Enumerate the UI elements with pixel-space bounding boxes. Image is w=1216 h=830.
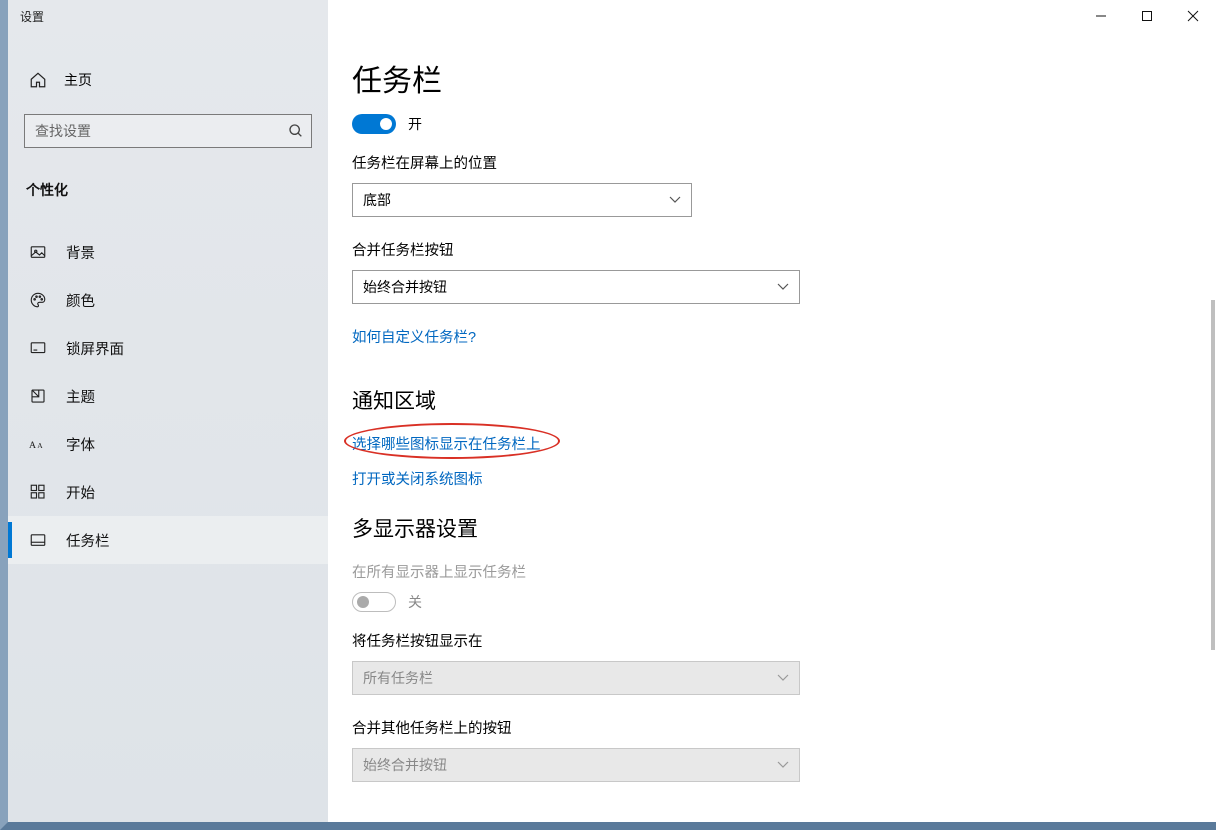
- close-button[interactable]: [1170, 0, 1216, 32]
- picture-icon: [28, 242, 48, 262]
- window-controls: [1078, 0, 1216, 32]
- multi-buttons-select: 所有任务栏: [352, 661, 800, 695]
- maximize-button[interactable]: [1124, 0, 1170, 32]
- minimize-button[interactable]: [1078, 0, 1124, 32]
- nav-list: 背景 颜色 锁屏界面 主题: [8, 228, 328, 564]
- nav-item-lockscreen[interactable]: 锁屏界面: [8, 324, 328, 372]
- position-label: 任务栏在屏幕上的位置: [352, 152, 1112, 173]
- content-scroll[interactable]: 任务栏 开 任务栏在屏幕上的位置 底部 合并任务栏按钮 始终合并按钮: [328, 32, 1216, 822]
- section-multi-heading: 多显示器设置: [352, 513, 1112, 543]
- chevron-down-icon: [669, 196, 681, 204]
- nav-label: 背景: [66, 242, 95, 263]
- multi-toggle-state: 关: [408, 592, 422, 612]
- nav-label: 颜色: [66, 290, 95, 311]
- position-select[interactable]: 底部: [352, 183, 692, 217]
- lockscreen-icon: [28, 338, 48, 358]
- multi-toggle: [352, 592, 396, 612]
- nav-item-background[interactable]: 背景: [8, 228, 328, 276]
- nav-item-fonts[interactable]: AA 字体: [8, 420, 328, 468]
- search-icon: [288, 123, 304, 139]
- multi-toggle-row: 关: [352, 592, 1112, 612]
- position-value: 底部: [363, 190, 391, 210]
- multi-show-label: 在所有显示器上显示任务栏: [352, 561, 1112, 582]
- multi-combine-value: 始终合并按钮: [363, 755, 447, 775]
- customize-link[interactable]: 如何自定义任务栏?: [352, 326, 476, 347]
- multi-combine-label: 合并其他任务栏上的按钮: [352, 717, 1112, 738]
- svg-text:A: A: [37, 441, 43, 450]
- section-notification-heading: 通知区域: [352, 385, 1112, 415]
- main-panel: 任务栏 开 任务栏在屏幕上的位置 底部 合并任务栏按钮 始终合并按钮: [328, 0, 1216, 822]
- nav-label: 主题: [66, 386, 95, 407]
- search-wrap: [24, 114, 312, 148]
- palette-icon: [28, 290, 48, 310]
- search-input[interactable]: [24, 114, 312, 148]
- combine-value: 始终合并按钮: [363, 277, 447, 297]
- sidebar: 设置 主页 个性化 背景: [8, 0, 328, 822]
- multi-buttons-label: 将任务栏按钮显示在: [352, 630, 1112, 651]
- home-label: 主页: [64, 70, 92, 90]
- home-icon: [28, 70, 48, 90]
- home-button[interactable]: 主页: [8, 56, 328, 104]
- window-title: 设置: [8, 0, 328, 32]
- nav-label: 字体: [66, 434, 95, 455]
- nav-item-colors[interactable]: 颜色: [8, 276, 328, 324]
- content: 任务栏 开 任务栏在屏幕上的位置 底部 合并任务栏按钮 始终合并按钮: [352, 56, 1112, 782]
- select-icons-link[interactable]: 选择哪些图标显示在任务栏上: [352, 433, 1112, 454]
- chevron-down-icon: [777, 283, 789, 291]
- toggle-row-main: 开: [352, 114, 1112, 134]
- chevron-down-icon: [777, 761, 789, 769]
- page-title: 任务栏: [352, 56, 1112, 100]
- multi-combine-select: 始终合并按钮: [352, 748, 800, 782]
- fonts-icon: AA: [28, 434, 48, 454]
- scrollbar-thumb[interactable]: [1211, 300, 1215, 650]
- nav-label: 锁屏界面: [66, 338, 124, 359]
- nav-label: 开始: [66, 482, 95, 503]
- toggle-main-state: 开: [408, 114, 422, 134]
- nav-item-start[interactable]: 开始: [8, 468, 328, 516]
- category-label: 个性化: [8, 152, 328, 210]
- combine-label: 合并任务栏按钮: [352, 239, 1112, 260]
- chevron-down-icon: [777, 674, 789, 682]
- themes-icon: [28, 386, 48, 406]
- toggle-main[interactable]: [352, 114, 396, 134]
- nav-item-themes[interactable]: 主题: [8, 372, 328, 420]
- settings-window: 设置 主页 个性化 背景: [0, 0, 1216, 830]
- system-icons-link[interactable]: 打开或关闭系统图标: [352, 468, 1112, 489]
- combine-select[interactable]: 始终合并按钮: [352, 270, 800, 304]
- start-icon: [28, 482, 48, 502]
- multi-buttons-value: 所有任务栏: [363, 668, 433, 688]
- svg-text:A: A: [29, 440, 36, 451]
- nav-item-taskbar[interactable]: 任务栏: [8, 516, 328, 564]
- taskbar-icon: [28, 530, 48, 550]
- nav-label: 任务栏: [66, 530, 110, 551]
